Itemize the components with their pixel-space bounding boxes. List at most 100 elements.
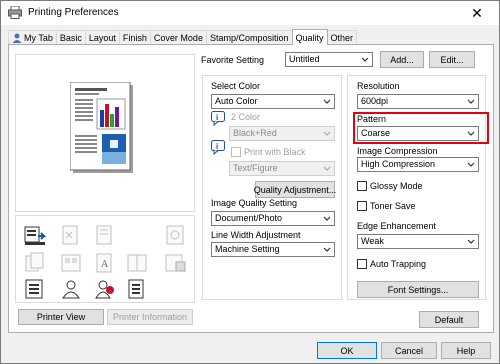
combo-value: Weak [361, 236, 384, 246]
edit-favorite-button[interactable]: Edit... [429, 51, 475, 68]
button-label: Quality Adjustment... [253, 184, 337, 195]
favorite-setting-label: Favorite Setting [201, 55, 265, 65]
combo-value: Document/Photo [215, 213, 283, 223]
resolution-label: Resolution [357, 81, 400, 91]
printer-information-button[interactable]: Printer Information [107, 309, 193, 325]
image-quality-setting-select[interactable]: Document/Photo [211, 211, 335, 226]
tab-my-tab[interactable]: My Tab [8, 30, 57, 45]
printer-icon [8, 6, 22, 19]
user-icon [12, 33, 22, 43]
combo-value: Text/Figure [233, 163, 278, 173]
combo-value: Coarse [361, 128, 391, 138]
tab-strip: My Tab Basic Layout Finish Cover Mode St… [8, 29, 358, 45]
tab-quality[interactable]: Quality [291, 29, 328, 45]
svg-text:i: i [216, 113, 218, 122]
punch-icon [166, 225, 184, 245]
button-label: Edit... [440, 54, 464, 65]
booklet-icon [127, 254, 147, 272]
staple-icon [96, 225, 112, 245]
finisher-icon [165, 254, 186, 272]
combo-value: High Compression [361, 159, 436, 169]
print-with-black-checkbox[interactable] [231, 147, 241, 157]
combo-value: Untitled [289, 54, 320, 64]
tab-label: My Tab [24, 33, 53, 43]
select-color-select[interactable]: Auto Color [211, 94, 335, 109]
cancel-button[interactable]: Cancel [381, 342, 437, 359]
chevron-down-icon [323, 166, 331, 171]
page-preview-frame [15, 54, 195, 212]
quality-tab-panel: A Printer View Printer Information Favor… [8, 44, 494, 333]
edge-enhancement-label: Edge Enhancement [357, 221, 437, 231]
button-label: Printer Information [112, 312, 188, 322]
tab-basic[interactable]: Basic [55, 30, 86, 45]
image-compression-select[interactable]: High Compression [357, 157, 479, 172]
window-title: Printing Preferences [28, 7, 119, 18]
printing-preferences-window: Printing Preferences ✕ My Tab Basic Layo… [0, 0, 500, 364]
button-label: Help [456, 345, 476, 356]
default-button[interactable]: Default [419, 311, 479, 328]
resolution-select[interactable]: 600dpi [357, 94, 479, 109]
button-label: Default [434, 314, 464, 325]
output-tray-icon [24, 226, 46, 245]
account-track-icon [95, 280, 114, 299]
person-icon [62, 280, 80, 299]
layout-icon [61, 254, 81, 272]
chevron-down-icon [323, 131, 331, 136]
pattern-select[interactable]: Coarse [357, 126, 479, 141]
printer-image-frame: A [15, 215, 195, 303]
line-width-adjustment-select[interactable]: Machine Setting [211, 242, 335, 257]
chevron-down-icon [467, 131, 475, 136]
help-button[interactable]: Help [441, 342, 491, 359]
toner-save-checkbox[interactable] [357, 201, 367, 211]
title-bar: Printing Preferences ✕ [1, 1, 499, 25]
tab-finish[interactable]: Finish [118, 30, 151, 45]
image-compression-label: Image Compression [357, 146, 438, 156]
print-list-icon [128, 279, 144, 299]
edge-enhancement-select[interactable]: Weak [357, 234, 479, 249]
auto-trapping-checkbox[interactable] [357, 259, 367, 269]
copy-icon [25, 252, 44, 272]
chevron-down-icon [323, 99, 331, 104]
add-favorite-button[interactable]: Add... [380, 51, 424, 68]
ok-button[interactable]: OK [317, 342, 377, 359]
two-color-label: 2 Color [231, 112, 261, 122]
tab-cover-mode[interactable]: Cover Mode [149, 30, 207, 45]
print-with-black-label: Print with Black [244, 147, 306, 157]
page-preview-icon [70, 82, 133, 173]
auto-trapping-label: Auto Trapping [370, 259, 427, 269]
chevron-down-icon [467, 239, 475, 244]
favorite-setting-select[interactable]: Untitled [285, 52, 373, 67]
tab-label: Basic [59, 33, 82, 43]
tab-label: Stamp/Composition [209, 33, 289, 43]
info-icon: i [211, 140, 225, 155]
printer-view-button[interactable]: Printer View [18, 309, 104, 325]
line-width-adjustment-label: Line Width Adjustment [211, 230, 301, 240]
button-label: Printer View [36, 312, 86, 322]
print-with-black-select[interactable]: Text/Figure [229, 161, 335, 176]
text-icon: A [96, 253, 112, 273]
chevron-down-icon [323, 216, 331, 221]
close-button[interactable]: ✕ [455, 1, 499, 25]
combo-value: Auto Color [215, 96, 258, 106]
tab-layout[interactable]: Layout [84, 30, 120, 45]
chevron-down-icon [361, 57, 369, 62]
two-color-select[interactable]: Black+Red [229, 126, 335, 141]
image-quality-setting-label: Image Quality Setting [211, 198, 298, 208]
tab-other[interactable]: Other [326, 30, 358, 45]
tab-label: Cover Mode [153, 33, 203, 43]
button-label: Add... [390, 54, 414, 65]
button-label: OK [340, 345, 354, 356]
pattern-label: Pattern [357, 114, 387, 124]
button-label: Cancel [394, 345, 423, 356]
button-label: Font Settings... [387, 284, 449, 295]
toner-save-label: Toner Save [370, 201, 416, 211]
tab-stamp-composition[interactable]: Stamp/Composition [205, 30, 293, 45]
combo-value: 600dpi [361, 96, 389, 106]
glossy-mode-checkbox[interactable] [357, 181, 367, 191]
quality-adjustment-button[interactable]: Quality Adjustment... [253, 181, 337, 198]
chevron-down-icon [323, 247, 331, 252]
font-settings-button[interactable]: Font Settings... [357, 281, 479, 298]
glossy-mode-label: Glossy Mode [370, 181, 423, 191]
tab-label: Finish [122, 33, 147, 43]
document-icon [25, 279, 43, 299]
